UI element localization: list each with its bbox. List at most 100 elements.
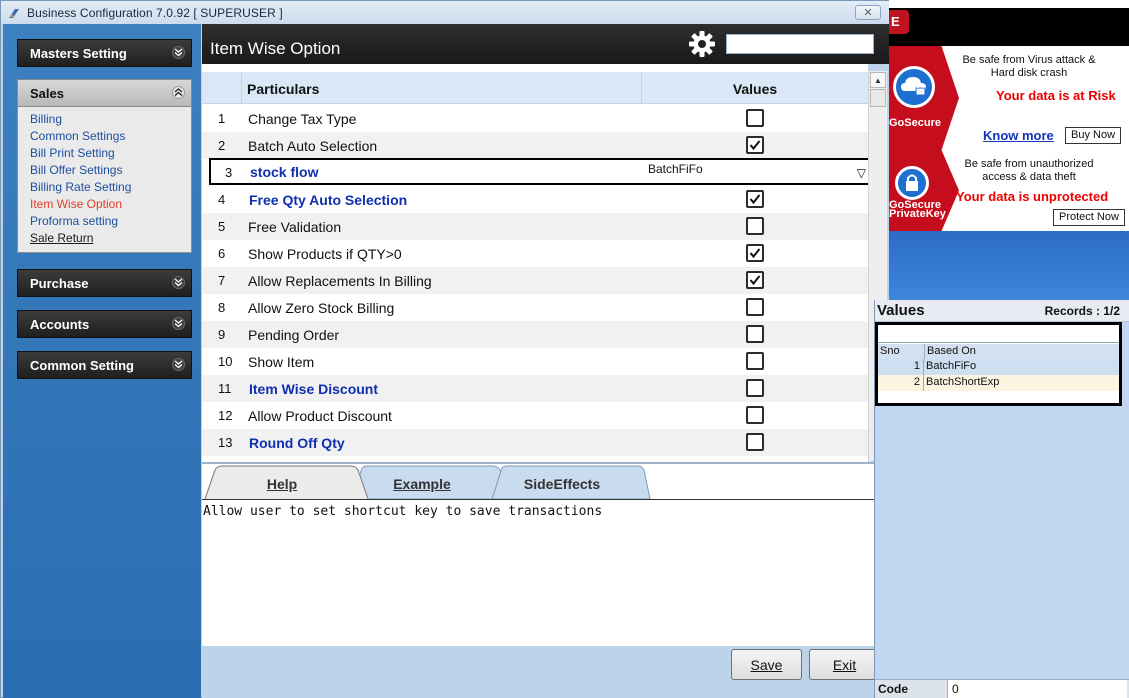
list-item[interactable]: 2 BatchShortExp — [878, 375, 1119, 391]
row-label: stock flow — [250, 164, 319, 180]
nav-item-proforma-setting[interactable]: Proforma setting — [30, 213, 191, 230]
nav-item-bill-print-setting[interactable]: Bill Print Setting — [30, 145, 191, 162]
tab-label: SideEffects — [523, 475, 601, 492]
table-row[interactable]: 5 Free Validation — [202, 213, 868, 240]
checkbox[interactable] — [746, 379, 764, 397]
table-row[interactable]: 8 Allow Zero Stock Billing — [202, 294, 868, 321]
chevron-down-icon — [172, 358, 185, 371]
options-grid: Particulars Values 1 Change Tax Type 2 B… — [202, 64, 868, 462]
ad-text-line1: Be safe from unauthorized — [964, 158, 1094, 170]
section-accounts[interactable]: Accounts — [17, 310, 192, 338]
row-number: 5 — [218, 219, 226, 234]
checkbox[interactable] — [746, 217, 764, 235]
section-sales[interactable]: Sales — [17, 79, 192, 107]
nav-item-common-settings[interactable]: Common Settings — [30, 128, 191, 145]
help-tabs: Help Example SideEffects — [202, 464, 889, 500]
button-label: Save — [750, 656, 783, 673]
table-row[interactable]: 13 Round Off Qty — [202, 429, 868, 456]
screen: Business Configuration 7.0.92 [ SUPERUSE… — [0, 0, 1129, 698]
checkbox[interactable] — [746, 244, 764, 262]
checkmark-icon — [749, 194, 761, 205]
section-purchase[interactable]: Purchase — [17, 269, 192, 297]
checkbox[interactable] — [746, 271, 764, 289]
table-row[interactable]: 7 Allow Replacements In Billing — [202, 267, 868, 294]
stock-flow-dropdown[interactable]: BatchFiFo ▽ — [645, 160, 868, 183]
dropdown-arrow-icon[interactable]: ▽ — [857, 166, 866, 180]
ad-buy-now-button[interactable]: Buy Now — [1065, 127, 1122, 144]
nav-item-sale-return[interactable]: Sale Return — [30, 230, 191, 247]
table-row[interactable]: 11 Item Wise Discount — [202, 375, 868, 402]
exit-button[interactable]: Exit — [809, 649, 880, 680]
list-item-sno: 1 — [878, 359, 924, 375]
scroll-up-arrow-icon[interactable]: ▲ — [870, 72, 886, 88]
row-number: 3 — [225, 165, 233, 180]
table-row[interactable]: 10 Show Item — [202, 348, 868, 375]
nav-item-item-wise-option[interactable]: Item Wise Option — [30, 196, 191, 213]
list-item-sno: 2 — [878, 375, 924, 391]
table-row[interactable]: 4 Free Qty Auto Selection — [202, 186, 868, 213]
checkbox[interactable] — [746, 352, 764, 370]
checkbox[interactable] — [746, 190, 764, 208]
row-number: 7 — [218, 273, 226, 288]
ad-know-more-link[interactable]: Know more — [983, 128, 1054, 143]
button-label: Exit — [832, 656, 857, 673]
checkmark-icon — [749, 248, 761, 259]
row-number: 4 — [218, 192, 226, 207]
scroll-thumb[interactable] — [870, 89, 886, 107]
table-row-selected[interactable]: 3 stock flow BatchFiFo ▽ — [209, 158, 868, 185]
code-field[interactable]: 0 — [947, 680, 1127, 698]
row-label: Change Tax Type — [248, 111, 357, 127]
save-button[interactable]: Save — [731, 649, 802, 680]
window-close-button[interactable]: ✕ — [855, 5, 881, 20]
chevron-down-icon — [172, 276, 185, 289]
page-title: Item Wise Option — [210, 39, 341, 58]
table-row[interactable]: 6 Show Products if QTY>0 — [202, 240, 868, 267]
ad-close-icon[interactable]: E — [889, 10, 909, 34]
values-panel: Values Records : 1/2 Sno Based On 1 Batc… — [874, 300, 1129, 698]
values-title: Values — [877, 302, 925, 319]
ad-text-line1: Be safe from Virus attack & — [962, 54, 1096, 66]
ad-text-line2: Hard disk crash — [990, 67, 1068, 79]
tab-help[interactable]: Help — [242, 467, 322, 500]
ad-top-bar: E — [889, 8, 1129, 46]
row-label: Free Validation — [248, 219, 342, 235]
row-number: 12 — [218, 408, 233, 423]
table-row[interactable]: 9 Pending Order — [202, 321, 868, 348]
row-number: 11 — [218, 381, 232, 396]
checkbox[interactable] — [746, 325, 764, 343]
ad-gosecure[interactable]: GoSecure Be safe from Virus attack & Har… — [889, 46, 1129, 150]
row-number: 10 — [218, 354, 233, 369]
code-label: Code — [878, 682, 908, 696]
checkmark-icon — [749, 140, 761, 151]
values-search-input[interactable] — [878, 325, 1119, 343]
ad-protect-now-button[interactable]: Protect Now — [1053, 209, 1125, 226]
row-label: Item Wise Discount — [249, 381, 379, 397]
nav-item-billing-rate-setting[interactable]: Billing Rate Setting — [30, 179, 191, 196]
values-header: Values Records : 1/2 — [875, 300, 1129, 322]
checkbox[interactable] — [746, 406, 764, 424]
list-item[interactable]: 1 BatchFiFo — [878, 359, 1119, 375]
search-input[interactable] — [726, 34, 874, 54]
nav-item-bill-offer-settings[interactable]: Bill Offer Settings — [30, 162, 191, 179]
checkbox[interactable] — [746, 136, 764, 154]
gear-icon[interactable] — [687, 29, 717, 59]
table-row[interactable]: 2 Batch Auto Selection — [202, 132, 868, 159]
nav-item-billing[interactable]: Billing — [30, 111, 191, 128]
tab-example[interactable]: Example — [382, 467, 462, 500]
row-number: 9 — [218, 327, 226, 342]
records-count: Records : 1/2 — [1044, 304, 1120, 318]
grid-header: Particulars Values — [202, 72, 868, 104]
checkbox[interactable] — [746, 298, 764, 316]
dropdown-value: BatchFiFo — [648, 162, 703, 176]
tab-sideeffects[interactable]: SideEffects — [512, 467, 612, 500]
ad-privatekey[interactable]: GoSecure PrivateKey Be safe from unautho… — [889, 150, 1129, 231]
section-common-setting[interactable]: Common Setting — [17, 351, 192, 379]
table-row[interactable]: 12 Allow Product Discount — [202, 402, 868, 429]
ad-headline: Your data is unprotected — [956, 189, 1109, 204]
section-masters-setting[interactable]: Masters Setting — [17, 39, 192, 67]
checkbox[interactable] — [746, 109, 764, 127]
checkbox[interactable] — [746, 433, 764, 451]
window-title: Business Configuration 7.0.92 [ SUPERUSE… — [27, 5, 283, 20]
table-row[interactable]: 1 Change Tax Type — [202, 105, 868, 132]
list-item-value: BatchShortExp — [926, 376, 1000, 388]
